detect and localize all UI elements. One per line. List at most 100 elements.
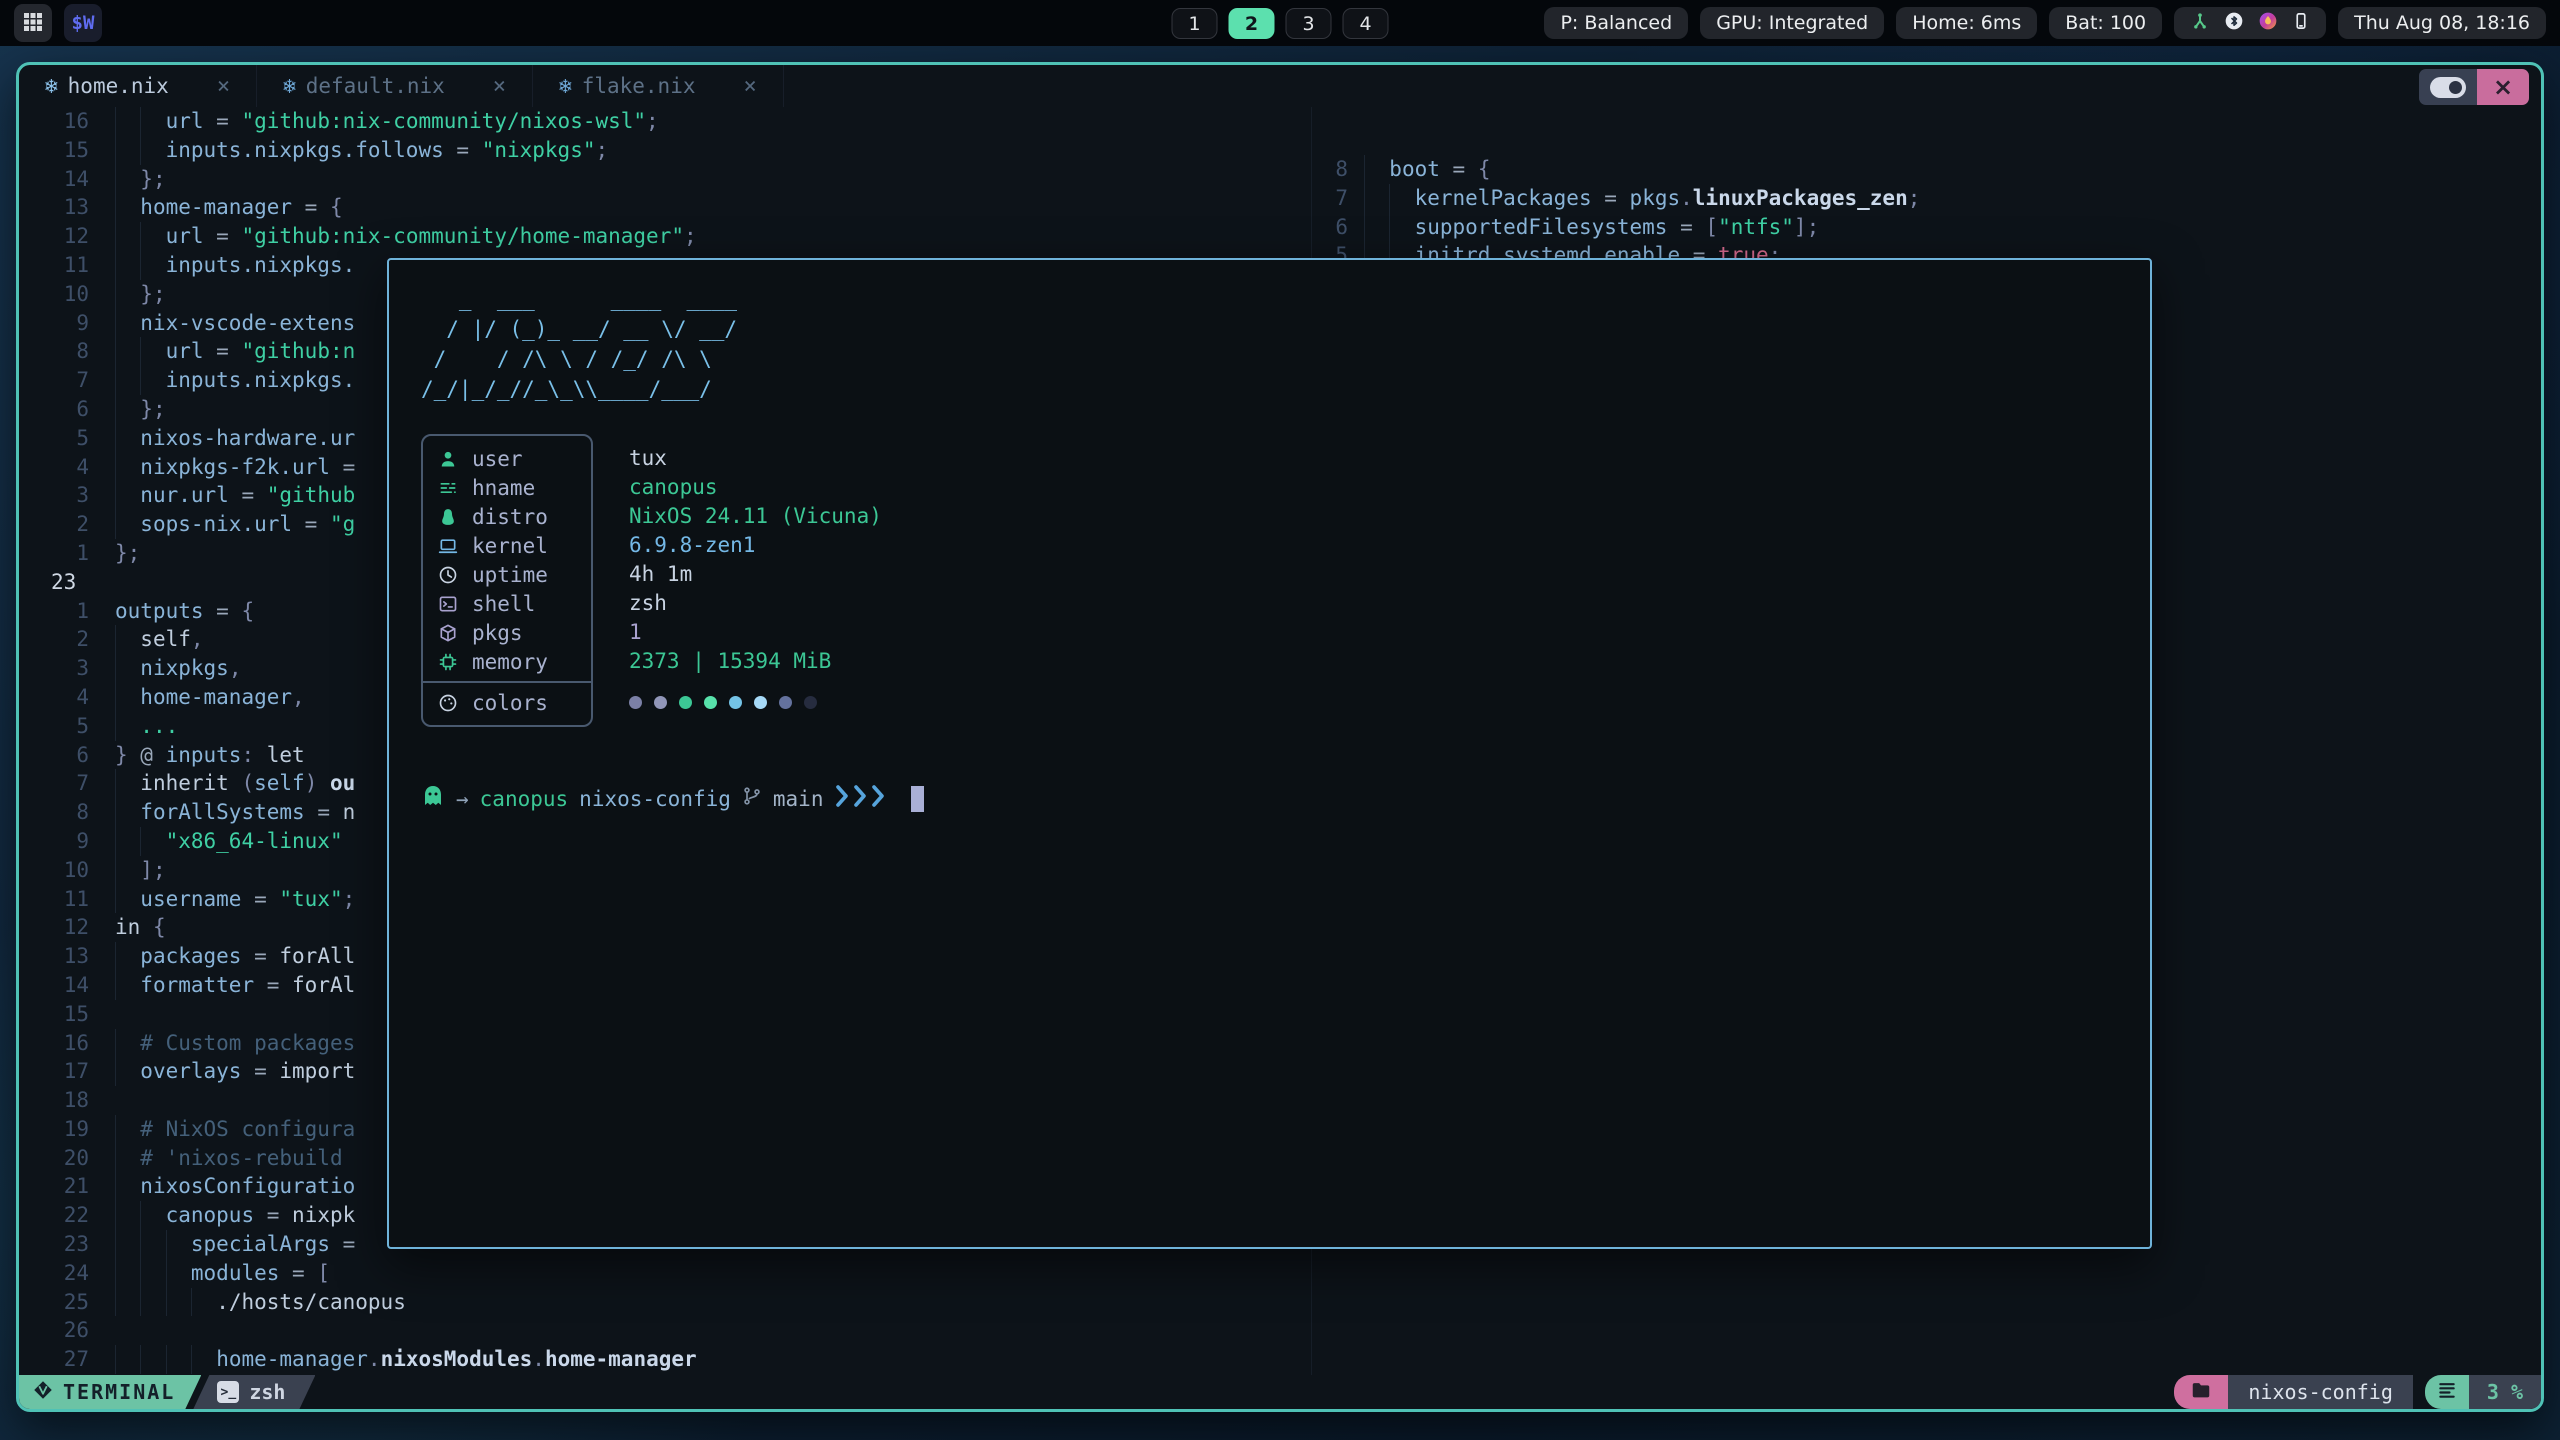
mode-indicator: TERMINAL	[19, 1375, 201, 1409]
line-number: 14	[19, 971, 115, 1000]
status-pill[interactable]: Home: 6ms	[1896, 7, 2037, 39]
code-line[interactable]: 8boot = {	[1312, 155, 2541, 184]
line-number: 22	[19, 1201, 115, 1230]
network-icon[interactable]	[2190, 11, 2210, 36]
window-close-button[interactable]: ×	[2477, 69, 2529, 105]
nixos-ascii-logo: _ ___ ____ ____ / |/ (_)_ __/ __ \/ __/ …	[421, 284, 2150, 404]
tab-home.nix[interactable]: ❄home.nix×	[19, 65, 257, 107]
nix-snowflake-icon: ❄	[45, 74, 58, 98]
fetch-row-hname: hname	[423, 473, 591, 502]
apps-grid-icon	[23, 12, 43, 35]
line-number: 23	[19, 568, 115, 597]
line-number: 8	[1312, 155, 1364, 184]
workspace-button-3[interactable]: 3	[1286, 8, 1332, 39]
code-line[interactable]: 14};	[19, 165, 1311, 194]
line-number: 5	[19, 424, 115, 453]
tab-close-icon[interactable]: ×	[217, 74, 230, 99]
prompt-dir: nixos-config	[579, 787, 731, 811]
color-wheel-icon[interactable]	[2258, 11, 2278, 36]
phone-icon[interactable]	[2292, 11, 2310, 36]
line-number: 17	[19, 1057, 115, 1086]
user-icon	[437, 449, 459, 469]
color-dot	[704, 696, 717, 709]
line-number: 21	[19, 1172, 115, 1201]
line-number: 12	[19, 222, 115, 251]
fetch-label: hname	[472, 476, 535, 500]
line-number: 4	[19, 453, 115, 482]
scroll-segment	[2425, 1375, 2469, 1409]
tab-flake.nix[interactable]: ❄flake.nix×	[533, 65, 784, 107]
line-number: 13	[19, 942, 115, 971]
line-number: 7	[19, 366, 115, 395]
line-number: 16	[19, 1029, 115, 1058]
fetch-label-box: userhnamedistrokerneluptimeshellpkgsmemo…	[421, 434, 593, 727]
line-number: 10	[19, 856, 115, 885]
bluetooth-icon[interactable]	[2224, 11, 2244, 36]
floating-terminal[interactable]: _ ___ ____ ____ / |/ (_)_ __/ __ \/ __/ …	[387, 258, 2152, 1249]
color-dot	[679, 696, 692, 709]
fetch-label: memory	[472, 650, 548, 674]
line-number: 9	[19, 309, 115, 338]
line-number: 23	[19, 1230, 115, 1259]
line-number: 25	[19, 1288, 115, 1317]
fetch-value-kernel: 6.9.8-zen1	[629, 531, 882, 560]
code-line[interactable]: 27home-manager.nixosModules.home-manager	[19, 1345, 1311, 1374]
code-line[interactable]: 13home-manager = {	[19, 193, 1311, 222]
git-branch-icon	[742, 785, 762, 812]
code-line[interactable]: 15inputs.nixpkgs.follows = "nixpkgs";	[19, 136, 1311, 165]
fetch-value-uptime: 4h 1m	[629, 560, 882, 589]
workspace-button-1[interactable]: 1	[1172, 8, 1218, 39]
memory-icon	[437, 652, 459, 672]
line-number: 24	[19, 1259, 115, 1288]
fetch-value-memory: 2373 | 15394 MiB	[629, 647, 882, 676]
workspace-button-2[interactable]: 2	[1229, 8, 1275, 39]
prompt-host: canopus	[480, 787, 569, 811]
status-pill[interactable]: P: Balanced	[1544, 7, 1688, 39]
status-pills: P: Balanced GPU: Integrated Home: 6ms Bat: …	[1544, 7, 2162, 39]
fetch-label: colors	[472, 691, 548, 715]
fetch-row-user: user	[423, 444, 591, 473]
status-pill[interactable]: GPU: Integrated	[1700, 7, 1884, 39]
line-number: 7	[19, 769, 115, 798]
fetch-row-distro: distro	[423, 502, 591, 531]
pkgs-icon	[437, 623, 459, 643]
line-number: 11	[19, 885, 115, 914]
tab-default.nix[interactable]: ❄default.nix×	[257, 65, 533, 107]
fetch-label: pkgs	[472, 621, 523, 645]
fetch-value-user: tux	[629, 444, 882, 473]
buffer-tabs: ❄home.nix×❄default.nix×❄flake.nix×	[19, 65, 784, 107]
code-line[interactable]: 24modules = [	[19, 1259, 1311, 1288]
line-number: 26	[19, 1316, 115, 1345]
window-controls: ×	[2419, 69, 2529, 105]
status-pill[interactable]: Bat: 100	[2049, 7, 2162, 39]
code-line[interactable]: 6supportedFilesystems = ["ntfs"];	[1312, 213, 2541, 242]
folder-segment	[2174, 1375, 2228, 1409]
logo-button[interactable]: $W	[64, 4, 102, 42]
tab-close-icon[interactable]: ×	[493, 74, 506, 99]
tab-close-icon[interactable]: ×	[744, 74, 757, 99]
fetch-value-distro: NixOS 24.11 (Vicuna)	[629, 502, 882, 531]
code-line[interactable]: 12url = "github:nix-community/home-manag…	[19, 222, 1311, 251]
toggle-switch[interactable]	[2419, 69, 2477, 105]
line-number: 1	[19, 539, 115, 568]
vim-icon	[33, 1380, 53, 1405]
fetch-label: user	[472, 447, 523, 471]
fetch-row-colors: colors	[423, 688, 591, 717]
fetch-value-pkgs: 1	[629, 618, 882, 647]
line-number: 6	[19, 395, 115, 424]
clock[interactable]: Thu Aug 08, 18:16	[2338, 7, 2546, 39]
workspace-button-4[interactable]: 4	[1343, 8, 1389, 39]
fetch-values: tuxcanopusNixOS 24.11 (Vicuna)6.9.8-zen1…	[629, 444, 882, 717]
app-launcher-button[interactable]	[14, 4, 52, 42]
statusline-right: nixos-config 3 %	[2174, 1375, 2541, 1409]
code-line[interactable]: 25./hosts/canopus	[19, 1288, 1311, 1317]
line-number: 8	[19, 798, 115, 827]
code-line[interactable]: 26	[19, 1316, 1311, 1345]
code-line[interactable]: 7kernelPackages = pkgs.linuxPackages_zen…	[1312, 184, 2541, 213]
system-tray[interactable]	[2174, 7, 2326, 39]
line-number: 8	[19, 337, 115, 366]
line-number: 7	[1312, 184, 1364, 213]
shell-prompt[interactable]: → canopus nixos-config main	[421, 783, 2150, 814]
code-line[interactable]: 16url = "github:nix-community/nixos-wsl"…	[19, 107, 1311, 136]
line-number: 14	[19, 165, 115, 194]
